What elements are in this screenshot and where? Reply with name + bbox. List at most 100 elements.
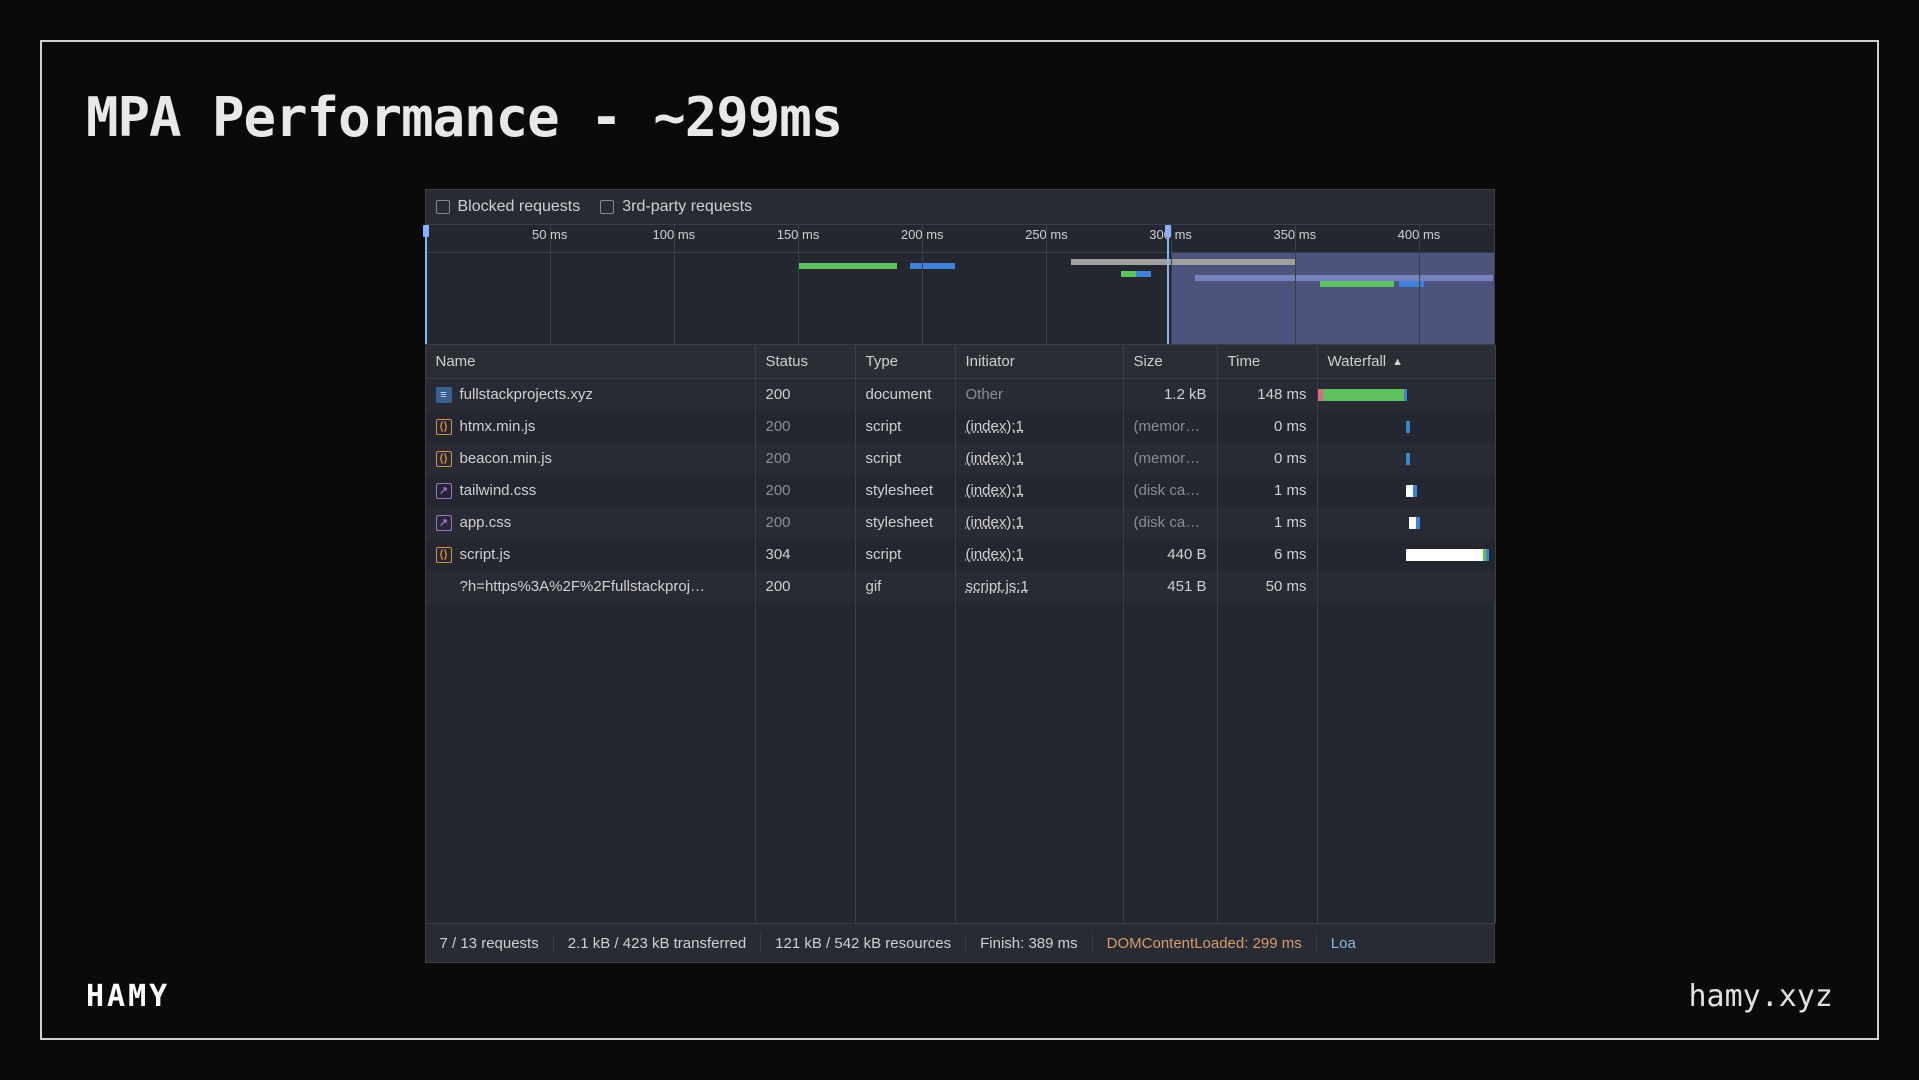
timeline-mini-bar xyxy=(1121,271,1136,277)
checkbox-icon xyxy=(436,200,450,214)
cell-time: 0 ms xyxy=(1218,443,1318,475)
brand-logo: HAMY xyxy=(86,979,170,1014)
doc-file-icon: ≡ xyxy=(436,387,452,403)
devtools-panel: Blocked requests 3rd-party requests 50 m… xyxy=(425,189,1495,963)
file-name: htmx.min.js xyxy=(460,415,536,439)
initiator-link[interactable]: script.js:1 xyxy=(966,578,1029,595)
cell-time: 6 ms xyxy=(1218,539,1318,571)
cell-time: 1 ms xyxy=(1218,475,1318,507)
divider xyxy=(1316,934,1317,952)
sort-ascending-icon: ▲ xyxy=(1392,356,1403,368)
waterfall-segment xyxy=(1486,549,1489,561)
cell-time: 1 ms xyxy=(1218,507,1318,539)
js-file-icon: ⟨⟩ xyxy=(436,451,452,467)
waterfall-segment xyxy=(1404,389,1408,401)
timeline-mini-bar xyxy=(1399,281,1424,287)
column-header-status[interactable]: Status xyxy=(756,345,856,379)
initiator-link[interactable]: (index):1 xyxy=(966,450,1024,467)
cell-name: ≡ fullstackprojects.xyz xyxy=(426,379,756,411)
status-finish: Finish: 389 ms xyxy=(980,935,1078,952)
cell-waterfall xyxy=(1318,379,1496,411)
site-url: hamy.xyz xyxy=(1689,979,1834,1014)
timeline-selection[interactable] xyxy=(1171,253,1494,344)
initiator-link[interactable]: (index):1 xyxy=(966,482,1024,499)
divider xyxy=(965,934,966,952)
cell-type: stylesheet xyxy=(856,475,956,507)
cell-type: script xyxy=(856,411,956,443)
cell-size: (memory… xyxy=(1124,443,1218,475)
cell-waterfall xyxy=(1318,507,1496,539)
cell-status: 200 xyxy=(756,379,856,411)
cell-status: 200 xyxy=(756,507,856,539)
cell-waterfall xyxy=(1318,411,1496,443)
js-file-icon: ⟨⟩ xyxy=(436,547,452,563)
cell-type: script xyxy=(856,443,956,475)
cell-status: 200 xyxy=(756,411,856,443)
cell-waterfall xyxy=(1318,443,1496,475)
status-requests: 7 / 13 requests xyxy=(440,935,539,952)
cell-initiator: Other xyxy=(956,379,1124,411)
divider xyxy=(760,934,761,952)
timeline-handle[interactable] xyxy=(423,225,429,344)
column-header-size[interactable]: Size xyxy=(1124,345,1218,379)
column-header-name[interactable]: Name xyxy=(426,345,756,379)
thirdparty-requests-checkbox[interactable]: 3rd-party requests xyxy=(600,198,752,216)
blocked-requests-checkbox[interactable]: Blocked requests xyxy=(436,198,581,216)
waterfall-segment xyxy=(1413,485,1417,497)
file-name: script.js xyxy=(460,543,511,567)
slide-title: MPA Performance - ~299ms xyxy=(86,86,1833,149)
waterfall-segment xyxy=(1409,517,1416,529)
column-header-type[interactable]: Type xyxy=(856,345,956,379)
css-file-icon: ↗ xyxy=(436,483,452,499)
cell-status: 200 xyxy=(756,443,856,475)
timeline-mini-bar xyxy=(1071,259,1295,265)
file-name: fullstackprojects.xyz xyxy=(460,383,593,407)
network-table: Name Status Type Initiator Size Time Wat… xyxy=(426,345,1494,603)
timeline-mini-bar xyxy=(798,263,897,269)
column-header-time[interactable]: Time xyxy=(1218,345,1318,379)
initiator-link[interactable]: (index):1 xyxy=(966,546,1024,563)
cell-size: 451 B xyxy=(1124,571,1218,603)
waterfall-segment xyxy=(1406,485,1413,497)
column-header-initiator[interactable]: Initiator xyxy=(956,345,1124,379)
file-name: beacon.min.js xyxy=(460,447,553,471)
divider xyxy=(553,934,554,952)
timeline-mini-bar xyxy=(1320,281,1395,287)
cell-name: ⟨⟩htmx.min.js xyxy=(426,411,756,443)
cell-waterfall xyxy=(1318,539,1496,571)
initiator-link[interactable]: (index):1 xyxy=(966,514,1024,531)
column-header-waterfall[interactable]: Waterfall ▲ xyxy=(1318,345,1496,379)
cell-name: ⟨⟩ script.js xyxy=(426,539,756,571)
cell-size: 440 B xyxy=(1124,539,1218,571)
timeline-ruler: 50 ms100 ms150 ms200 ms250 ms300 ms350 m… xyxy=(426,225,1494,253)
status-load: Loa xyxy=(1331,935,1356,952)
cell-size: (memory… xyxy=(1124,411,1218,443)
status-bar: 7 / 13 requests 2.1 kB / 423 kB transfer… xyxy=(426,923,1494,962)
slide-footer: HAMY hamy.xyz xyxy=(86,979,1833,1014)
cell-name: ↗app.css xyxy=(426,507,756,539)
cell-time: 0 ms xyxy=(1218,411,1318,443)
css-file-icon: ↗ xyxy=(436,515,452,531)
waterfall-segment xyxy=(1323,389,1403,401)
status-resources: 121 kB / 542 kB resources xyxy=(775,935,951,952)
timeline-overview[interactable]: 50 ms100 ms150 ms200 ms250 ms300 ms350 m… xyxy=(426,225,1494,345)
cell-initiator: (index):1 xyxy=(956,411,1124,443)
timeline-graph[interactable] xyxy=(426,253,1494,344)
waterfall-segment xyxy=(1406,453,1410,465)
cell-type: stylesheet xyxy=(856,507,956,539)
table-empty-region xyxy=(426,603,1494,923)
initiator-link[interactable]: (index):1 xyxy=(966,418,1024,435)
file-name: tailwind.css xyxy=(460,479,537,503)
cell-name: ?h=https%3A%2F%2Ffullstackproj… xyxy=(426,571,756,603)
thirdparty-requests-label: 3rd-party requests xyxy=(622,198,752,216)
cell-name: ↗ tailwind.css xyxy=(426,475,756,507)
waterfall-segment xyxy=(1406,421,1410,433)
cell-status: 200 xyxy=(756,475,856,507)
cell-type: script xyxy=(856,539,956,571)
cell-waterfall xyxy=(1318,475,1496,507)
cell-initiator: (index):1 xyxy=(956,507,1124,539)
file-name: ?h=https%3A%2F%2Ffullstackproj… xyxy=(460,575,706,599)
checkbox-icon xyxy=(600,200,614,214)
cell-time: 148 ms xyxy=(1218,379,1318,411)
timeline-mini-bar xyxy=(910,263,955,269)
